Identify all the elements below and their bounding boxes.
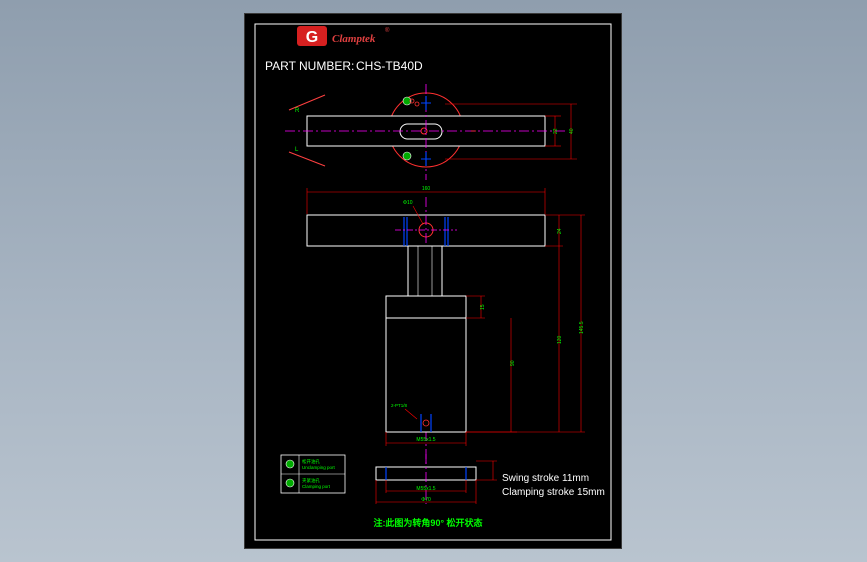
dim-pin-dia: Φ10 (403, 200, 413, 206)
drawing-sheet: G Clamptek ® PART NUMBER: CHS-TB40D R L … (244, 13, 622, 549)
note-swing-stroke: Swing stroke 11mm (502, 473, 589, 484)
legend-item1-en: Unclamping port (302, 465, 336, 470)
logo-letter: G (306, 29, 318, 46)
part-number-value: CHS-TB40D (356, 59, 423, 73)
dim-bottom-dia: Φ70 (421, 497, 431, 503)
dim-145-5: 145.5 (579, 321, 585, 334)
side-label-r: R (295, 108, 300, 114)
dim-160: 160 (422, 186, 431, 192)
side-label-l: L (295, 147, 299, 153)
dim-body-thread: M55x1.5 (416, 437, 435, 443)
legend-item2-cn: 夹紧油孔 (302, 477, 320, 484)
front-view: 160 Φ10 15 90 24 120 145.5 2-PT1/8 M55x1… (306, 186, 585, 464)
footnote: 注:此图为转角90° 松开状态 (373, 517, 482, 528)
part-number-label: PART NUMBER: (265, 59, 354, 73)
dim-22: 22 (553, 128, 559, 134)
dim-15: 15 (480, 304, 486, 310)
legend-item1-cn: 松开油孔 (302, 458, 320, 465)
clamping-port-marker (402, 151, 412, 161)
technical-drawing: G Clamptek ® PART NUMBER: CHS-TB40D R L … (254, 23, 612, 541)
note-clamping-stroke: Clamping stroke 15mm (502, 487, 605, 498)
dim-bottom-thread: M55x1.5 (416, 486, 435, 492)
top-view: R L 22 40 (285, 84, 577, 180)
dim-90: 90 (510, 360, 516, 366)
port-legend: 松开油孔 Unclamping port 夹紧油孔 Clamping port (280, 454, 346, 494)
brand-name: Clamptek (332, 33, 376, 45)
legend-unclamping-icon (285, 459, 295, 469)
registered-mark: ® (385, 27, 390, 34)
clamptek-logo: G Clamptek ® (297, 26, 390, 46)
port-label: 2-PT1/8 (391, 403, 408, 408)
dim-120: 120 (557, 335, 563, 344)
bottom-view: M55x1.5 Φ70 (375, 454, 497, 504)
dim-24: 24 (557, 228, 563, 234)
dim-40: 40 (569, 128, 575, 134)
legend-item2-en: Clamping port (302, 484, 331, 489)
legend-clamping-icon (285, 478, 295, 488)
